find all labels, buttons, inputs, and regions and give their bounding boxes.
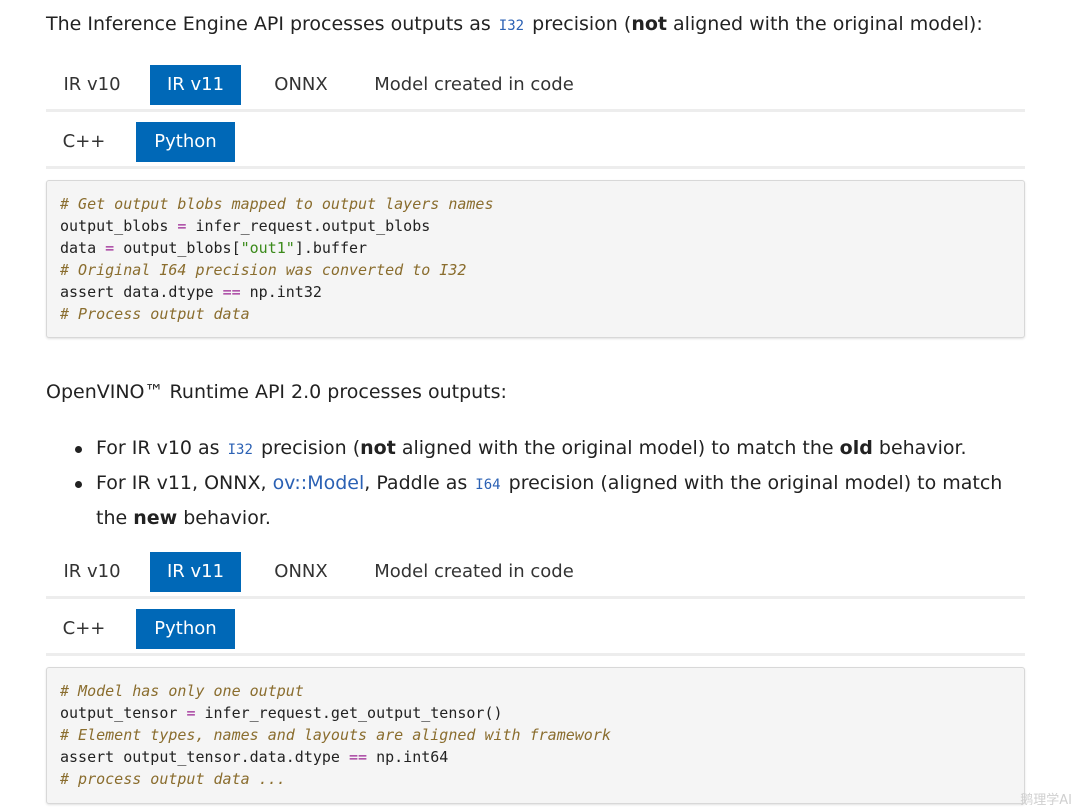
tab-onnx[interactable]: ONNX [257,552,345,592]
list-item: For IR v11, ONNX, ov::Model, Paddle as I… [46,467,1002,535]
watermark: 鹅理学AI [1020,793,1072,808]
intro-text: precision ( [532,13,632,35]
tab-model-created-in-code[interactable]: Model created in code [364,65,584,105]
code-comment: # Process output data [60,305,250,323]
inline-code: I64 [475,477,501,493]
inline-code: I32 [498,18,525,34]
code-line: data = output_blobs["out1"].buffer [60,239,368,257]
code-line: assert data.dtype == np.int32 [60,283,322,301]
language-tab-bar-1: C++ Python [46,114,1025,169]
inline-code: I32 [227,442,253,458]
intro-text: aligned with the original model): [673,13,983,35]
code-line: output_tensor = infer_request.get_output… [60,704,503,722]
code-block-2[interactable]: # Model has only one output output_tensor… [46,667,1025,804]
version-tab-bar-1: IR v10 IR v11 ONNX Model created in code [46,57,1025,112]
intro-text: The Inference Engine API processes outpu… [46,13,491,35]
code-comment: # Get output blobs mapped to output laye… [60,195,494,213]
tab-python[interactable]: Python [136,122,235,162]
tab-python[interactable]: Python [136,609,235,649]
tab-ir-v11[interactable]: IR v11 [150,552,241,592]
list-item: For IR v10 as I32 precision (not aligned… [46,432,1002,467]
code-comment: # Model has only one output [60,682,304,700]
bullet-dot [75,446,82,453]
bullet-dot [75,481,82,488]
tab-ir-v10[interactable]: IR v10 [48,65,136,105]
tab-ir-v11[interactable]: IR v11 [150,65,241,105]
language-tab-bar-2: C++ Python [46,601,1025,656]
version-tab-bar-2: IR v10 IR v11 ONNX Model created in code [46,544,1025,599]
tab-model-created-in-code[interactable]: Model created in code [364,552,584,592]
intro-paragraph-1: The Inference Engine API processes outpu… [46,11,983,39]
code-comment: # Element types, names and layouts are a… [60,726,611,744]
ov-model-link[interactable]: ov::Model [273,472,365,494]
code-block-1[interactable]: # Get output blobs mapped to output laye… [46,180,1025,338]
code-comment: # Original I64 precision was converted t… [60,261,467,279]
intro-paragraph-2: OpenVINO™ Runtime API 2.0 processes outp… [46,381,507,403]
code-line: output_blobs = infer_request.output_blob… [60,217,431,235]
tab-cpp[interactable]: C++ [48,122,120,162]
tab-cpp[interactable]: C++ [48,609,120,649]
tab-onnx[interactable]: ONNX [257,65,345,105]
behavior-list: For IR v10 as I32 precision (not aligned… [46,432,1002,535]
bold-text: not [631,13,667,35]
tab-ir-v10[interactable]: IR v10 [48,552,136,592]
code-line: assert output_tensor.data.dtype == np.in… [60,748,449,766]
code-comment: # process output data ... [60,770,286,788]
